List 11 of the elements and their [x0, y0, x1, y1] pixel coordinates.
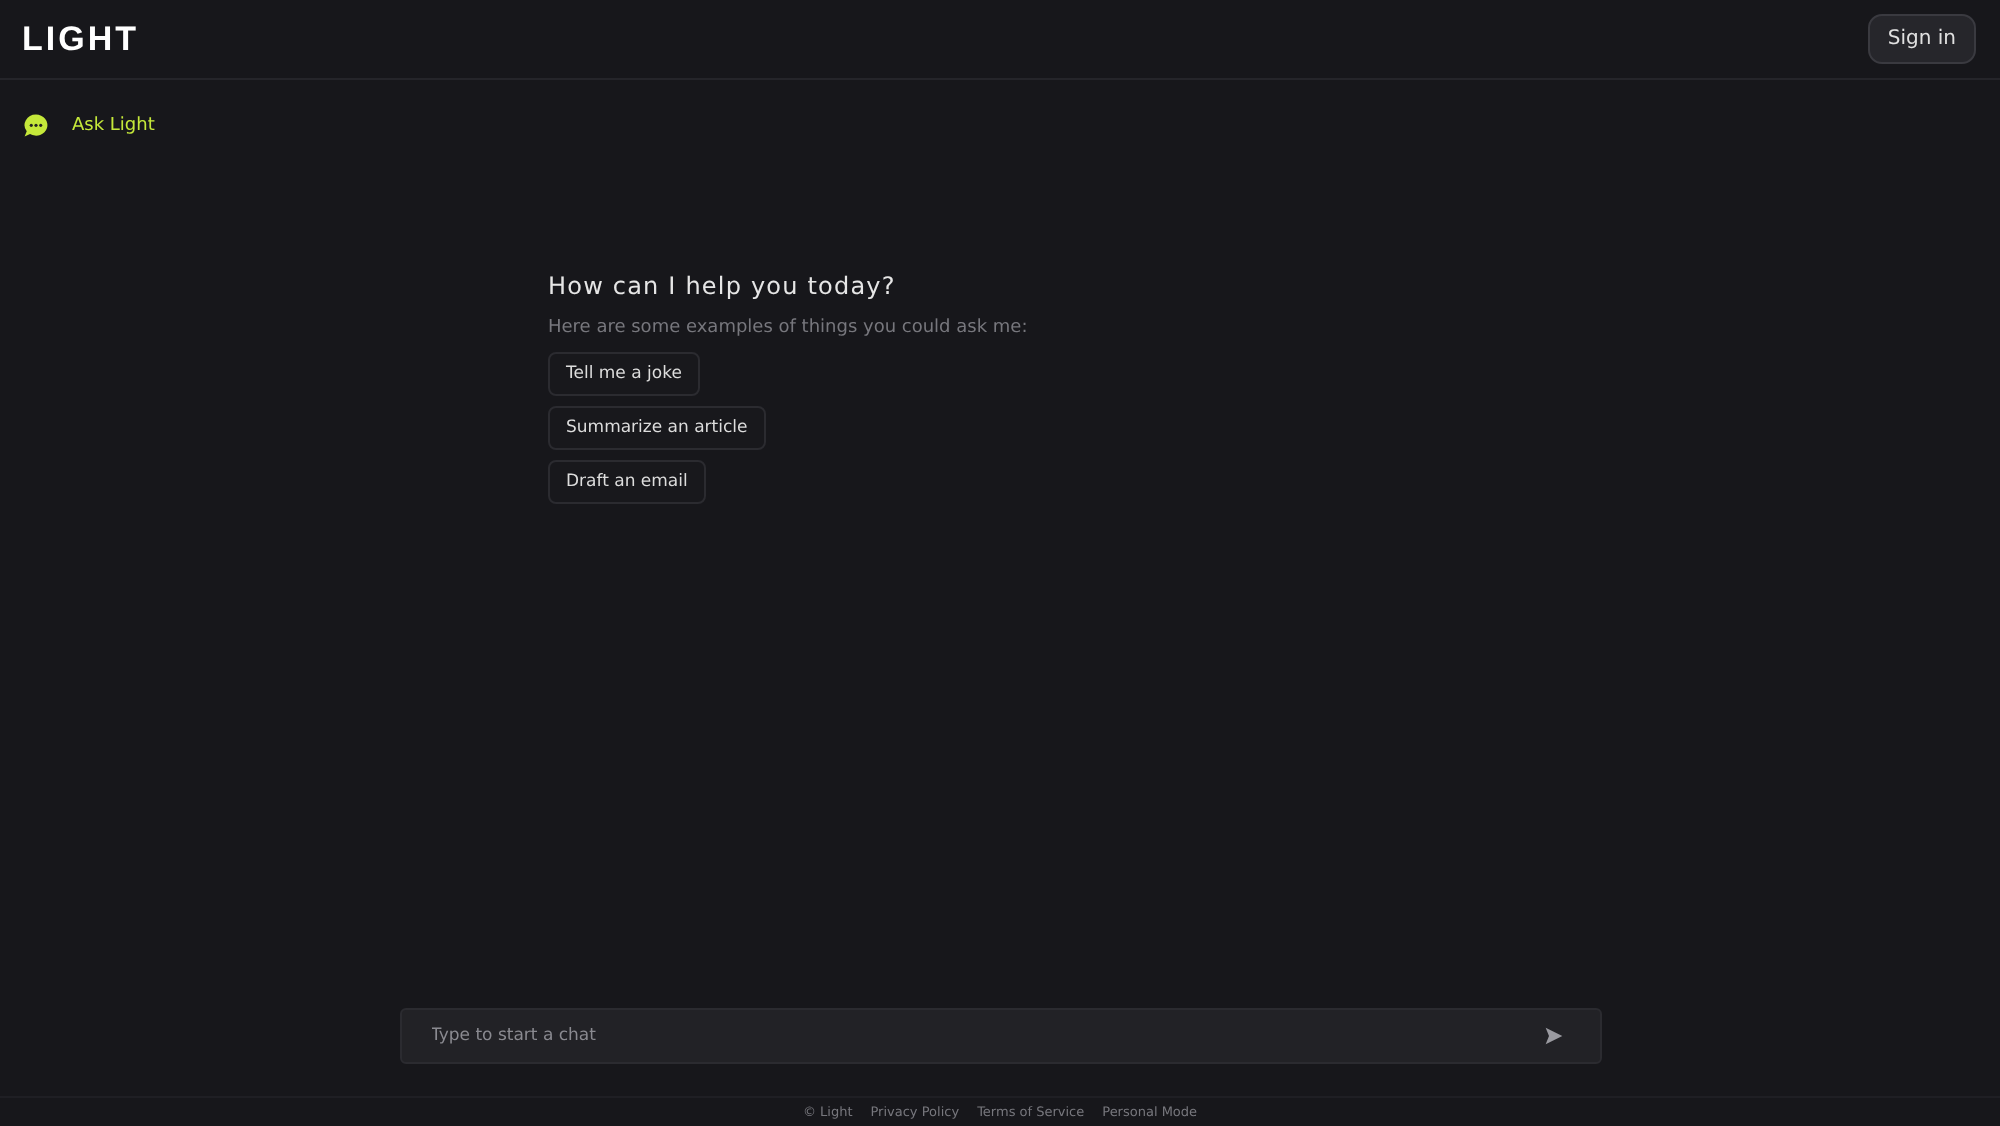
chat-bubble-icon: [22, 112, 50, 140]
greeting-heading: How can I help you today?: [548, 272, 896, 300]
suggestion-button[interactable]: Draft an email: [548, 460, 706, 504]
sign-in-button[interactable]: Sign in: [1867, 14, 1976, 64]
logo: LIGHT: [22, 19, 139, 59]
send-icon[interactable]: [1543, 1026, 1563, 1046]
sidebar-item[interactable]: Ask Light: [0, 112, 548, 140]
chat-input-field[interactable]: Type to start a chat: [399, 1008, 1601, 1064]
suggestion-button[interactable]: Summarize an article: [548, 406, 766, 450]
examples-intro: Here are some examples of things you could ask me:: [548, 318, 1028, 338]
suggestion-button[interactable]: Tell me a joke: [548, 352, 700, 396]
